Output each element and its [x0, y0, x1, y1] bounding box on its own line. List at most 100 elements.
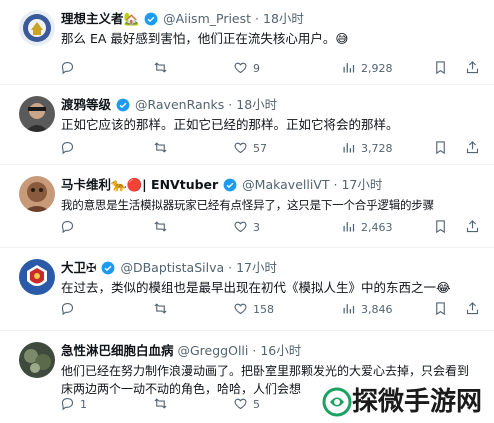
bookmark-button[interactable]	[433, 301, 453, 319]
tweet-header: 大卫✠ @DBaptistaSilva · 17小时	[61, 259, 484, 277]
separator-dot: ·	[228, 260, 233, 275]
share-button[interactable]	[465, 140, 485, 158]
bookmark-icon	[436, 302, 445, 316]
tweet-actions: 57 3,728	[55, 140, 485, 158]
tweet-text: 在过去，类似的模组也是最早出现在初代《模拟人生》中的东西之一😂	[61, 280, 451, 295]
tweet-header: 急性淋巴细胞白血病 @GreggOlli · 16小时	[61, 342, 484, 360]
tweet-text: 我的意思是生活模拟器玩家已经有点怪异了，这只是下一个合乎逻辑的步骤	[61, 198, 434, 212]
watermark-text: 探微手游网	[351, 387, 482, 417]
separator-dot: ·	[333, 177, 338, 192]
display-name[interactable]: 理想主义者	[61, 11, 124, 26]
reply-count: 1	[80, 398, 87, 411]
avatar-image-icon	[19, 342, 55, 378]
view-count: 3,846	[361, 303, 393, 316]
display-name[interactable]: 渡鸦等级	[61, 97, 111, 112]
tweet-actions: 9 2,928	[55, 60, 485, 78]
retweet-button[interactable]	[153, 219, 173, 237]
views-bar-chart-icon	[343, 304, 355, 314]
views-button[interactable]: 3,728	[341, 140, 393, 158]
bookmark-button[interactable]	[433, 60, 453, 78]
tweet-header: 马卡维利🐆🔴| ENVtuber @MakavelliVT · 17小时	[61, 176, 484, 194]
timestamp[interactable]: 16小时	[260, 343, 301, 358]
like-button[interactable]: 5	[233, 396, 260, 414]
timestamp[interactable]: 17小时	[341, 177, 382, 192]
display-name[interactable]: 大卫	[61, 260, 86, 275]
bookmark-button[interactable]	[433, 140, 453, 158]
like-count: 5	[253, 398, 260, 411]
handle[interactable]: @DBaptistaSilva	[120, 260, 224, 275]
share-button[interactable]	[465, 219, 485, 237]
reply-button[interactable]	[60, 60, 80, 78]
views-bar-chart-icon	[343, 143, 355, 153]
retweet-icon	[154, 398, 167, 409]
reply-icon	[61, 397, 74, 411]
tweet-item[interactable]: 大卫✠ @DBaptistaSilva · 17小时 在过去，类似的模组也是最早…	[0, 249, 494, 331]
share-button[interactable]	[465, 60, 485, 78]
views-button[interactable]: 3,846	[341, 301, 393, 319]
bookmark-icon	[436, 61, 445, 75]
heart-icon	[234, 221, 247, 233]
bookmark-icon	[436, 141, 445, 155]
verified-badge-icon	[144, 12, 158, 26]
reply-button[interactable]	[60, 219, 80, 237]
avatar[interactable]	[19, 259, 55, 295]
like-button[interactable]: 9	[233, 60, 260, 78]
heart-icon	[234, 142, 247, 154]
retweet-button[interactable]	[153, 301, 173, 319]
avatar[interactable]	[19, 176, 55, 212]
heart-icon	[234, 303, 247, 315]
handle[interactable]: @GreggOlli	[178, 343, 249, 358]
heart-icon	[234, 62, 247, 74]
retweet-icon	[154, 303, 167, 314]
retweet-button[interactable]	[153, 60, 173, 78]
like-button[interactable]: 57	[233, 140, 267, 158]
retweet-button[interactable]	[153, 396, 173, 414]
views-bar-chart-icon	[343, 63, 355, 73]
avatar[interactable]	[19, 10, 55, 46]
like-count: 57	[253, 142, 267, 155]
bookmark-button[interactable]	[433, 219, 453, 237]
avatar[interactable]	[19, 96, 55, 132]
tweet-item[interactable]: 马卡维利🐆🔴| ENVtuber @MakavelliVT · 17小时 我的意…	[0, 166, 494, 248]
avatar-image-icon	[19, 176, 55, 212]
display-name[interactable]: 急性淋巴细胞白血病	[61, 343, 174, 358]
avatar-image-icon	[19, 259, 55, 295]
verified-badge-icon	[116, 98, 130, 112]
handle[interactable]: @MakavelliVT	[242, 177, 329, 192]
tweet-actions: 3 2,463	[55, 219, 485, 237]
views-button[interactable]: 2,928	[341, 60, 393, 78]
separator-dot: ·	[228, 97, 233, 112]
retweet-button[interactable]	[153, 140, 173, 158]
reply-icon	[61, 141, 74, 155]
reply-icon	[61, 61, 74, 75]
tweet-header: 渡鸦等级 @RavenRanks · 18小时	[61, 96, 484, 114]
name-emoji: 🏡	[123, 11, 140, 26]
timestamp[interactable]: 18小时	[263, 11, 304, 26]
retweet-icon	[154, 142, 167, 153]
watermark-logo-icon	[322, 387, 352, 417]
timestamp[interactable]: 17小时	[236, 260, 277, 275]
tweet-item[interactable]: 理想主义者🏡 @Aiism_Priest · 18小时 那么 EA 最好感到害怕…	[0, 0, 494, 85]
views-button[interactable]: 2,463	[341, 219, 393, 237]
separator-dot: ·	[252, 343, 257, 358]
verified-badge-icon	[223, 178, 237, 192]
handle[interactable]: @Aiism_Priest	[163, 11, 251, 26]
like-button[interactable]: 158	[233, 301, 274, 319]
view-count: 2,463	[361, 221, 393, 234]
timestamp[interactable]: 18小时	[236, 97, 277, 112]
handle[interactable]: @RavenRanks	[135, 97, 224, 112]
reply-button[interactable]: 1	[60, 396, 87, 414]
like-button[interactable]: 3	[233, 219, 260, 237]
name-suffix: ✠	[86, 260, 97, 275]
verified-badge-icon	[102, 261, 115, 275]
reply-button[interactable]	[60, 140, 80, 158]
share-icon	[466, 220, 479, 233]
like-count: 3	[253, 221, 260, 234]
avatar[interactable]	[19, 342, 55, 378]
share-button[interactable]	[465, 301, 485, 319]
reply-button[interactable]	[60, 301, 80, 319]
display-name[interactable]: 马卡维利	[61, 177, 111, 192]
share-icon	[466, 61, 479, 74]
tweet-item[interactable]: 渡鸦等级 @RavenRanks · 18小时 正如它应该的那样。正如它已经的那…	[0, 86, 494, 165]
views-bar-chart-icon	[343, 222, 355, 232]
